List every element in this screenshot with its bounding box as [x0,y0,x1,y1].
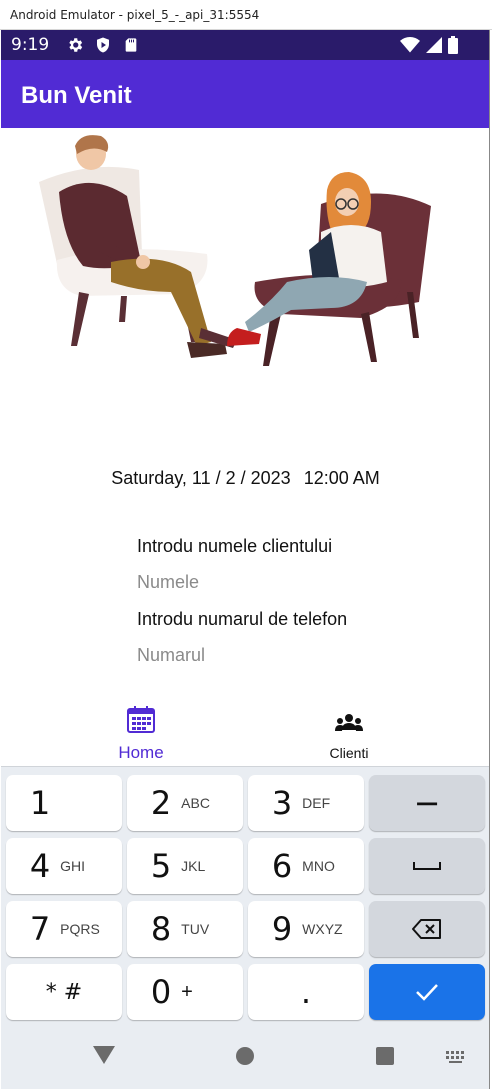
backspace-key[interactable] [369,901,485,957]
key-1-digit: 1 [29,784,51,822]
key-period[interactable]: . [248,964,364,1020]
key-4[interactable]: 4 GHI [6,838,122,894]
space-bar-icon [413,862,441,870]
sd-card-icon [119,36,143,54]
minus-key[interactable]: − [369,775,485,831]
key-2-digit: 2 [150,784,172,822]
key-7-letters: PQRS [60,921,100,937]
key-8-digit: 8 [150,910,172,948]
key-2-letters: ABC [181,795,210,811]
tab-clients-label: Clienti [329,745,369,761]
key-4-letters: GHI [60,858,86,874]
key-8[interactable]: 8 TUV [127,901,243,957]
datetime-display: Saturday, 11 / 2 / 2023 12:00 AM [1,468,489,489]
numeric-keyboard: 1 2 ABC 3 DEF − 4 GHI 5 JKL 6 MNO 7 PQRS… [1,766,489,1024]
settings-gear-icon [63,36,87,54]
key-5-letters: JKL [181,858,206,874]
key-6-digit: 6 [271,847,293,885]
key-star-hash[interactable]: * # [6,964,122,1020]
bottom-tab-bar: Home Clienti [1,700,489,766]
key-3-digit: 3 [271,784,293,822]
done-key[interactable] [369,964,485,1020]
key-1[interactable]: 1 [6,775,122,831]
recents-square-icon[interactable] [375,1046,395,1071]
status-right-icons [400,36,458,59]
emulator-window-title: Android Emulator - pixel_5_-_api_31:5554 [0,0,492,30]
calendar-icon [126,706,156,738]
checkmark-icon [416,984,438,1001]
battery-icon [448,36,458,59]
status-bar: 9:19 [1,30,489,60]
key-7[interactable]: 7 PQRS [6,901,122,957]
home-circle-icon[interactable] [235,1046,255,1071]
key-6[interactable]: 6 MNO [248,838,364,894]
time-picker[interactable]: 12:00 AM [304,468,380,488]
key-9-letters: WXYZ [302,921,343,937]
key-5[interactable]: 5 JKL [127,838,243,894]
wifi-icon [400,37,420,58]
system-nav-bar [1,1024,489,1089]
client-name-input[interactable] [137,568,367,596]
back-triangle-icon[interactable] [93,1046,115,1069]
keyboard-switch-icon[interactable] [445,1050,467,1069]
key-5-digit: 5 [150,847,172,885]
key-8-letters: TUV [181,921,210,937]
key-9-digit: 9 [271,910,293,948]
client-name-label: Introdu numele clientului [137,536,333,556]
client-phone-label: Introdu numarul de telefon [137,609,348,629]
man-client-figure [59,135,237,358]
key-0-plus: + [181,980,193,1003]
tab-clients[interactable]: Clienti [269,700,429,766]
key-star-hash-label: * # [45,979,83,1005]
signal-icon [426,37,442,58]
device-screen: 9:19 Bun Venit Saturday, 11 / 2 / 2023 1… [1,30,490,1089]
app-bar: Bun Venit [1,60,489,128]
key-0[interactable]: 0 + [127,964,243,1020]
key-7-digit: 7 [29,910,51,948]
key-4-digit: 4 [29,847,51,885]
space-key[interactable] [369,838,485,894]
tab-home-label: Home [118,743,164,762]
key-3-letters: DEF [302,795,331,811]
page-title: Bun Venit [21,82,132,109]
client-phone-input[interactable] [137,641,367,669]
key-2[interactable]: 2 ABC [127,775,243,831]
key-0-digit: 0 [150,973,172,1011]
backspace-icon [412,919,441,939]
tab-home[interactable]: Home [61,700,221,766]
minus-key-label: − [413,784,441,822]
key-6-letters: MNO [302,858,335,874]
people-group-icon [335,714,363,738]
key-period-label: . [300,973,312,1011]
therapy-session-illustration [39,135,431,366]
key-9[interactable]: 9 WXYZ [248,901,364,957]
key-3[interactable]: 3 DEF [248,775,364,831]
shield-play-icon [91,36,115,54]
date-picker[interactable]: Saturday, 11 / 2 / 2023 [111,468,290,488]
status-time: 9:19 [11,35,50,55]
